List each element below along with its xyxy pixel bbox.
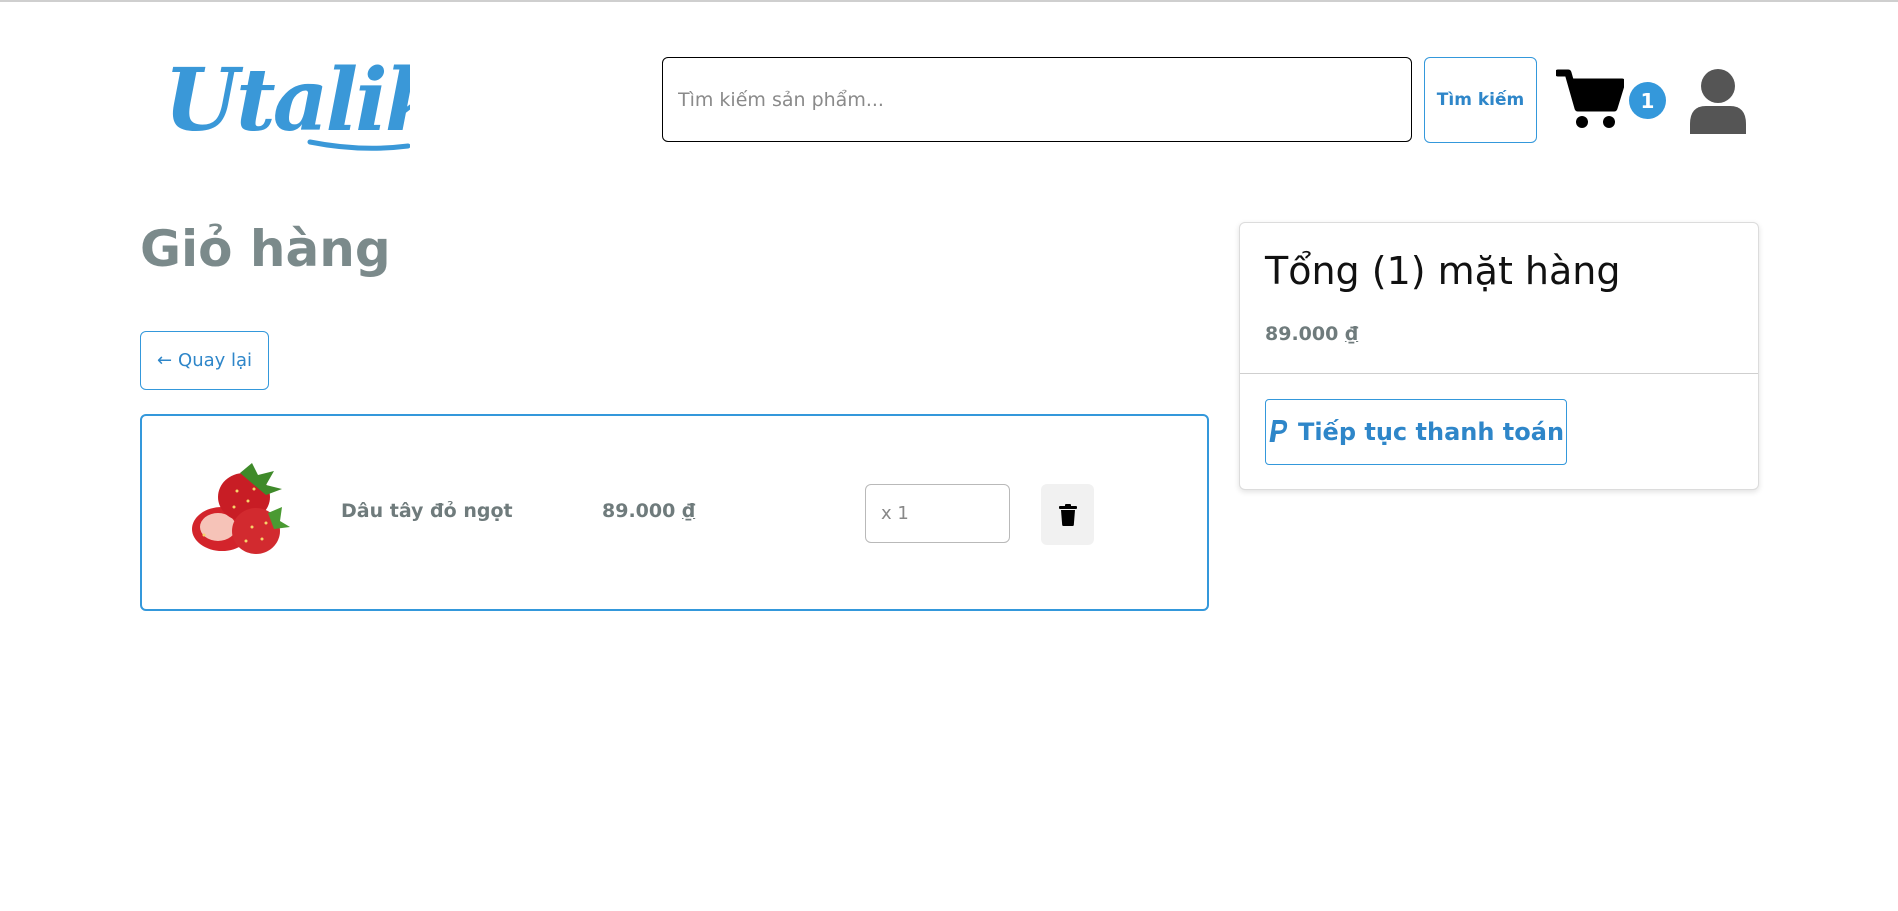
product-price-value: 89.000	[602, 500, 676, 522]
product-name[interactable]: Dâu tây đỏ ngọt	[341, 500, 513, 522]
arrow-left-icon: ←	[156, 350, 173, 371]
order-summary-card: Tổng (1) mặt hàng 89.000 ₫ Tiếp tục than…	[1239, 222, 1759, 490]
product-price: 89.000 ₫	[602, 500, 695, 522]
strawberry-image[interactable]	[182, 461, 292, 561]
summary-total: 89.000 ₫	[1265, 323, 1358, 345]
cart-count-badge: 1	[1629, 82, 1666, 119]
trash-icon	[1058, 503, 1077, 526]
delete-item-button[interactable]	[1041, 484, 1094, 545]
user-icon[interactable]	[1688, 68, 1748, 134]
summary-total-value: 89.000	[1265, 323, 1339, 345]
back-button-label: Quay lại	[178, 350, 253, 371]
product-price-currency: ₫	[681, 500, 696, 522]
quantity-input[interactable]	[865, 484, 1010, 543]
cart-icon	[1556, 68, 1624, 130]
top-border	[0, 0, 1898, 2]
checkout-button[interactable]: Tiếp tục thanh toán	[1265, 399, 1567, 465]
search-input[interactable]	[662, 57, 1412, 142]
logo-wordmark: Utalik	[164, 56, 410, 151]
summary-divider	[1240, 373, 1758, 374]
search-button[interactable]: Tìm kiếm	[1424, 57, 1537, 143]
checkout-button-label: Tiếp tục thanh toán	[1297, 418, 1565, 446]
page-title: Giỏ hàng	[140, 220, 391, 278]
cart-link[interactable]: 1	[1556, 68, 1668, 132]
back-button[interactable]: ← Quay lại	[140, 331, 269, 390]
summary-title: Tổng (1) mặt hàng	[1265, 249, 1621, 293]
summary-total-currency: ₫	[1344, 323, 1359, 345]
logo[interactable]: Utalik	[160, 56, 410, 156]
svg-text:Utalik: Utalik	[164, 56, 410, 151]
paypal-icon	[1269, 420, 1288, 442]
cart-item: Dâu tây đỏ ngọt 89.000 ₫	[140, 414, 1209, 611]
